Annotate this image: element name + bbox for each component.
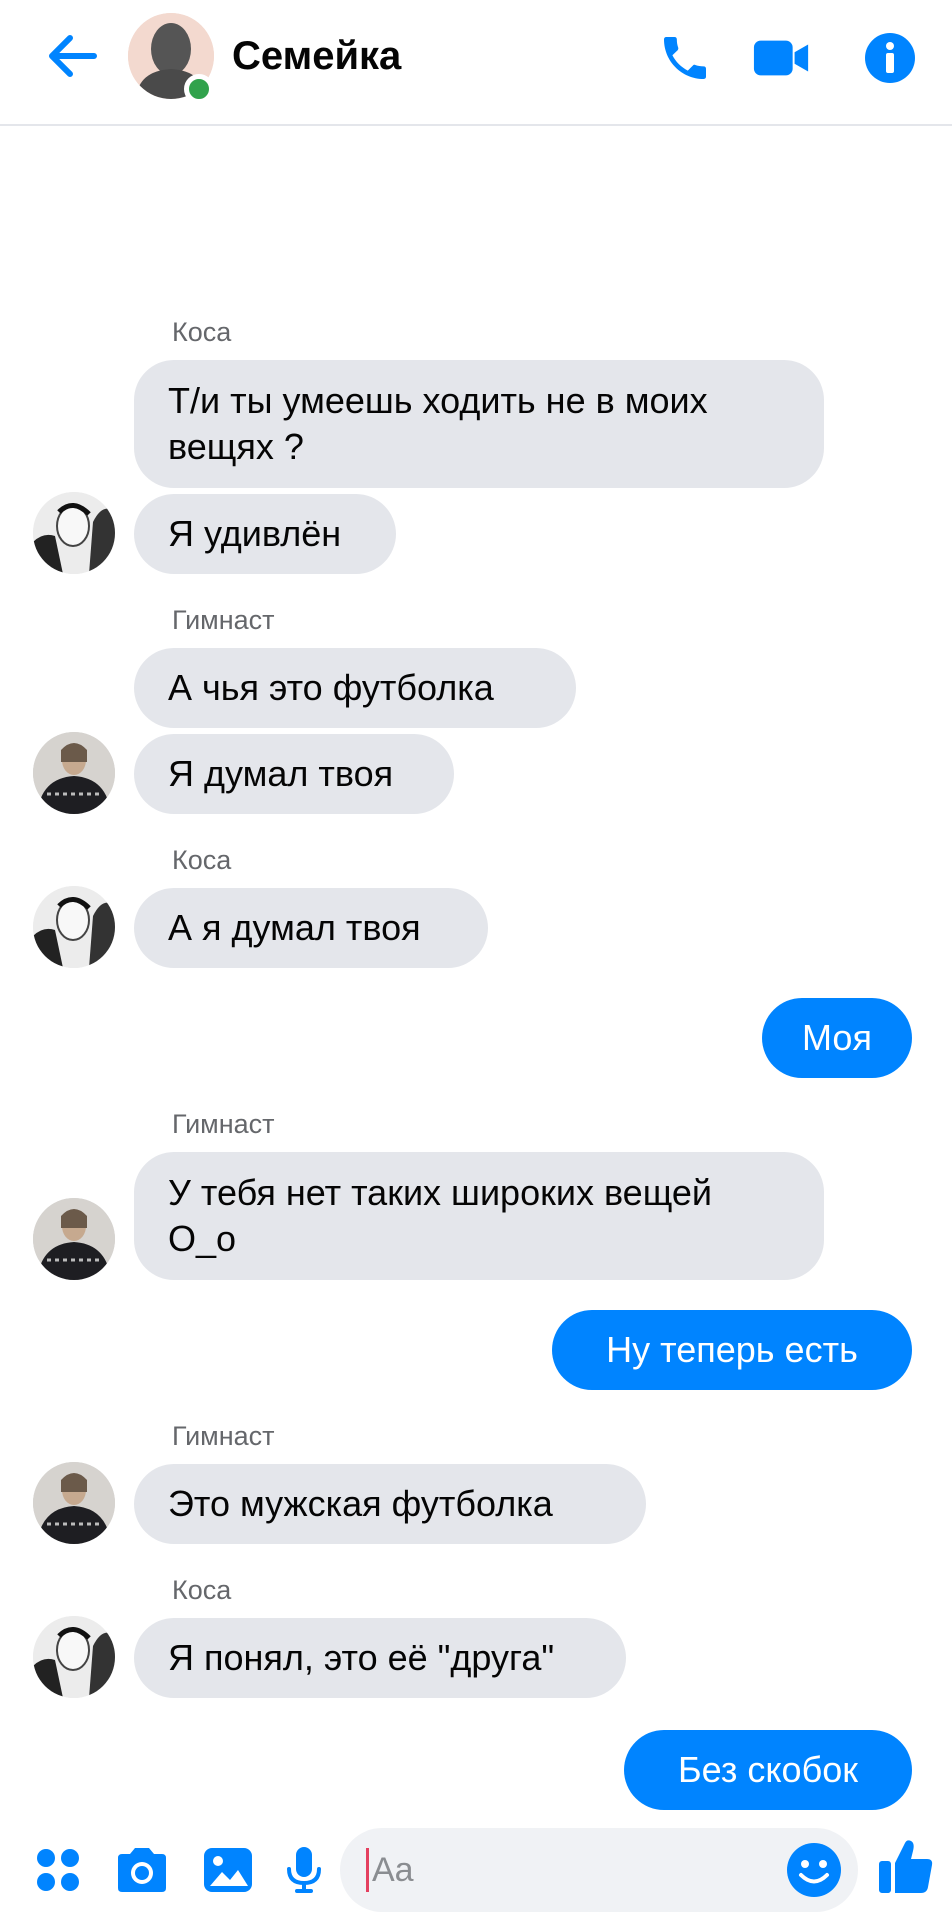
message-bubble[interactable]: Я удивлён [134, 494, 396, 574]
microphone-icon [287, 1847, 321, 1893]
thumbs-up-icon [879, 1840, 933, 1893]
avatar-gymnast[interactable] [33, 1198, 115, 1280]
avatar-kosa[interactable] [33, 1616, 115, 1698]
text-cursor [366, 1848, 369, 1892]
avatar-gymnast[interactable] [33, 1462, 115, 1544]
sender-name: Гимнаст [172, 1109, 275, 1139]
sender-name: Коса [172, 1575, 232, 1605]
like-button[interactable] [876, 1836, 936, 1896]
avatar-kosa[interactable] [33, 492, 115, 574]
arrow-left-icon [49, 35, 97, 77]
message-bubble[interactable]: Т/и ты умеешь ходить не в моих вещях ? [134, 360, 824, 488]
message-bubble[interactable]: Это мужская футболка [134, 1464, 646, 1544]
message-input-placeholder: Aa [372, 1851, 414, 1889]
camera-button[interactable] [112, 1840, 172, 1900]
message-bubble[interactable]: А я думал твоя [134, 888, 488, 968]
chat-title[interactable]: Семейка [232, 30, 401, 82]
gallery-icon [204, 1848, 252, 1892]
call-button[interactable] [655, 28, 715, 88]
gallery-button[interactable] [198, 1840, 258, 1900]
message-bubble-outgoing[interactable]: Без скобок [624, 1730, 912, 1810]
online-status-dot [184, 74, 214, 104]
emoji-icon [787, 1843, 841, 1897]
message-input[interactable]: Aa [340, 1828, 858, 1912]
video-call-button[interactable] [752, 28, 812, 88]
back-button[interactable] [42, 30, 102, 82]
info-icon [865, 33, 915, 83]
message-bubble[interactable]: У тебя нет таких широких вещей О_о [134, 1152, 824, 1280]
sender-name: Коса [172, 845, 232, 875]
apps-button[interactable] [28, 1840, 88, 1900]
apps-icon [37, 1849, 79, 1891]
sender-name: Коса [172, 317, 232, 347]
voice-message-button[interactable] [274, 1840, 334, 1900]
camera-icon [118, 1848, 166, 1892]
sender-name: Гимнаст [172, 605, 275, 635]
info-button[interactable] [860, 28, 920, 88]
message-bubble[interactable]: Я понял, это её "друга" [134, 1618, 626, 1698]
emoji-button[interactable] [784, 1840, 844, 1900]
message-bubble-outgoing[interactable]: Моя [762, 998, 912, 1078]
chat-header: Семейка [0, 0, 952, 126]
message-bubble-outgoing[interactable]: Ну теперь есть [552, 1310, 912, 1390]
message-bubble[interactable]: Я думал твоя [134, 734, 454, 814]
sender-name: Гимнаст [172, 1421, 275, 1451]
avatar-gymnast[interactable] [33, 732, 115, 814]
video-camera-icon [753, 40, 809, 76]
message-bubble[interactable]: А чья это футболка [134, 648, 576, 728]
phone-icon [664, 37, 706, 79]
avatar-kosa[interactable] [33, 886, 115, 968]
